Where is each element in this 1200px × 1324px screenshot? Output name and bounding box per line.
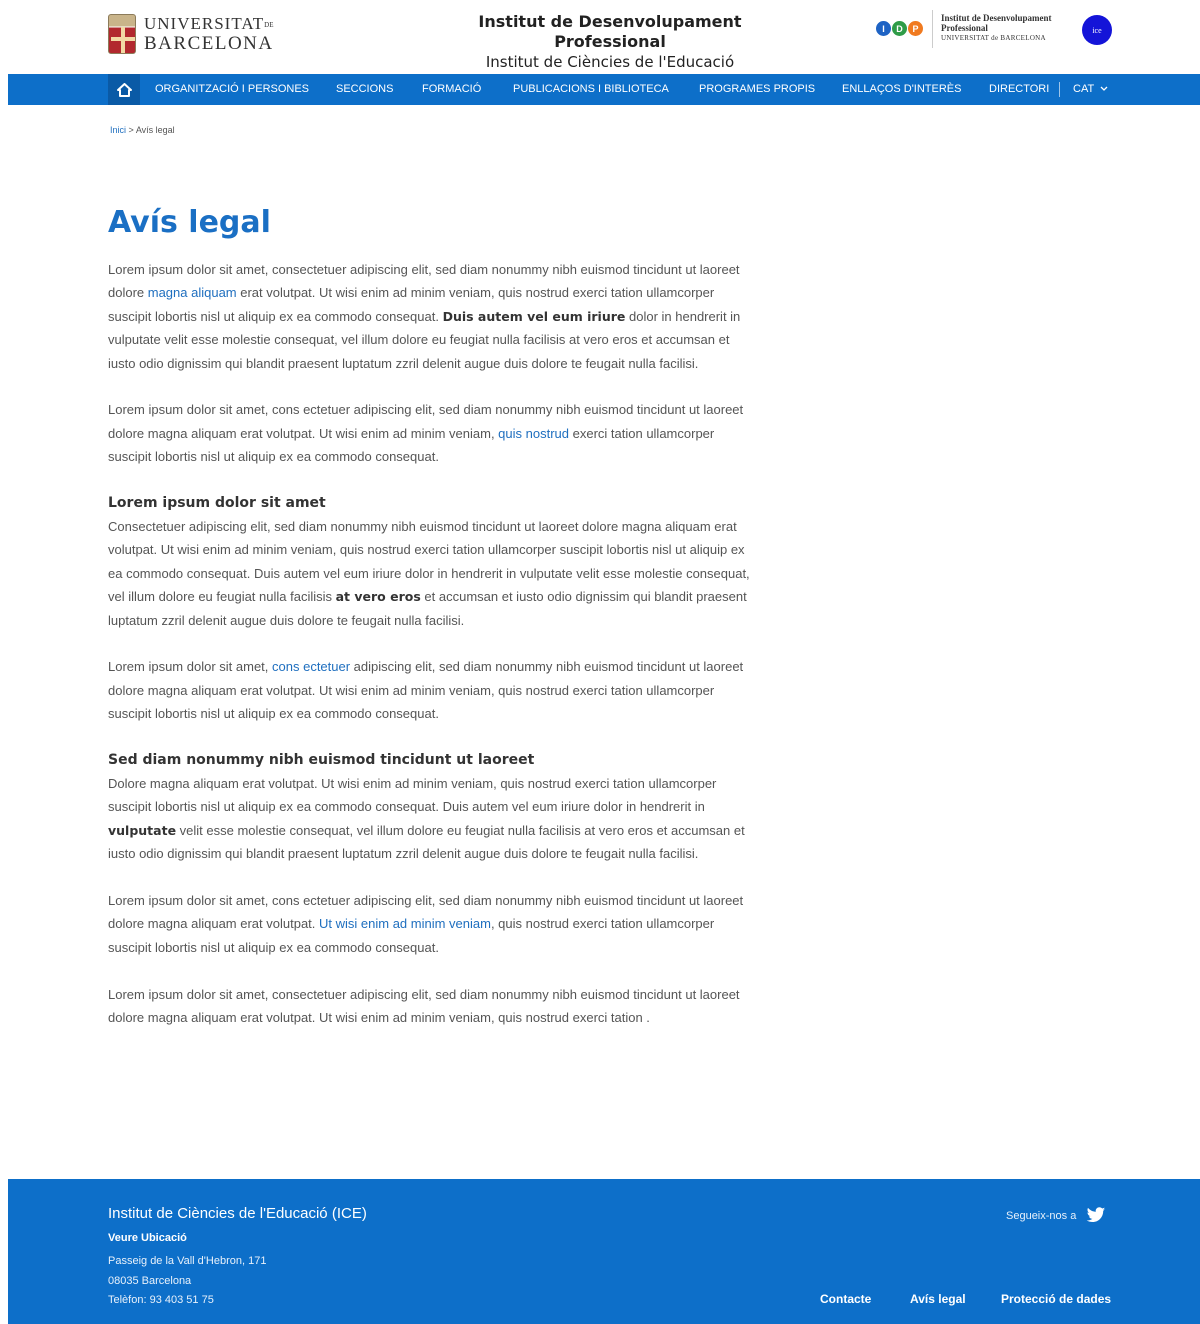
twitter-icon[interactable] [1086,1207,1106,1224]
main-nav: ORGANITZACIÓ I PERSONES SECCIONS FORMACI… [8,74,1200,105]
nav-item-publicacions[interactable]: PUBLICACIONS I BIBLIOTECA [513,74,669,105]
paragraph-6: Lorem ipsum dolor sit amet, cons ectetue… [108,889,760,959]
nav-home-button[interactable] [108,74,140,105]
inline-link[interactable]: magna aliquam [148,285,237,300]
section-heading-2: Sed diam nonummy nibh euismod tincidunt … [108,752,535,769]
footer-address-city: 08035 Barcelona [108,1274,192,1287]
main-content: Lorem ipsum dolor sit amet, consectetuer… [108,258,760,1053]
idp-letter-p: P [908,21,923,36]
idp-divider [932,10,933,48]
inline-link[interactable]: quis nostrud [498,426,569,441]
bold-text: at vero eros [335,589,421,605]
idp-text-line1: Institut de Desenvolupament [941,13,1052,23]
ub-logo-line1: UNIVERSITAT [144,14,265,34]
footer-org-name: Institut de Ciències de l'Educació (ICE) [108,1205,367,1222]
idp-logo-icon[interactable]: I D P [876,21,923,36]
idp-letter-i: I [876,21,891,36]
ub-crest-icon [108,14,136,54]
text: Dolore magna aliquam erat volutpat. Ut w… [108,776,717,815]
nav-item-seccions[interactable]: SECCIONS [336,74,393,105]
idp-text-line3: UNIVERSITAT de BARCELONA [941,34,1046,42]
text: Lorem ipsum dolor sit amet, [108,659,273,675]
nav-item-organitzacio[interactable]: ORGANITZACIÓ I PERSONES [155,74,309,105]
footer-address: Passeig de la Vall d'Hebron, 171 08035 B… [108,1252,266,1311]
footer-phone: Telèfon: 93 403 51 75 [108,1294,214,1306]
nav-item-enllacos[interactable]: ENLLAÇOS D'INTERÈS [842,74,961,105]
text: velit esse molestie consequat, vel illum… [108,822,745,862]
footer-link-contacte[interactable]: Contacte [820,1292,871,1306]
footer-location-link[interactable]: Veure Ubicació [108,1232,187,1244]
idp-letter-d: D [892,21,907,36]
nav-item-formacio[interactable]: FORMACIÓ [422,74,481,105]
site-footer: Institut de Ciències de l'Educació (ICE)… [8,1179,1200,1324]
ub-logo[interactable]: UNIVERSITATDE BARCELONA [108,12,278,56]
nav-item-programes[interactable]: PROGRAMES PROPIS [699,74,815,105]
nav-item-directori[interactable]: DIRECTORI [989,74,1049,105]
idp-text-line2: Professional [941,23,988,33]
footer-address-street: Passeig de la Vall d'Hebron, 171 [108,1255,267,1267]
inline-link[interactable]: Ut wisi enim ad minim veniam [319,916,491,931]
section-heading-1: Lorem ipsum dolor sit amet [108,495,326,512]
language-label: CAT [1073,83,1094,95]
paragraph-2: Lorem ipsum dolor sit amet, cons ectetue… [108,398,760,468]
site-header: UNIVERSITATDE BARCELONA Institut de Dese… [0,0,1200,73]
paragraph-5: Dolore magna aliquam erat volutpat. Ut w… [108,772,760,866]
site-title: Institut de Desenvolupament Professional [478,12,742,51]
breadcrumb-home-link[interactable]: Inici [110,125,126,135]
footer-link-proteccio-dades[interactable]: Protecció de dades [1001,1292,1111,1306]
breadcrumb-separator: > [128,125,134,135]
idp-logo-text: Institut de Desenvolupament Professional… [941,13,1076,43]
site-subtitle: Institut de Ciències de l'Educació [485,53,735,71]
site-title-block: Institut de Desenvolupament Professional… [420,12,800,72]
paragraph-1: Lorem ipsum dolor sit amet, consectetuer… [108,258,760,375]
ice-logo[interactable]: ice [1082,15,1112,45]
chevron-down-icon [1100,86,1108,92]
bold-text: Duis autem vel eum iriure [442,308,626,324]
paragraph-3: Consectetuer adipiscing elit, sed diam n… [108,515,760,632]
language-selector[interactable]: CAT [1073,74,1108,105]
ub-logo-line2: BARCELONA [144,32,274,54]
breadcrumb: Inici > Avís legal [110,125,175,135]
ub-logo-text: UNIVERSITATDE BARCELONA [144,14,274,54]
paragraph-7: Lorem ipsum dolor sit amet, consectetuer… [108,986,740,1026]
footer-link-avis-legal[interactable]: Avís legal [910,1292,966,1306]
follow-label: Segueix-nos a [1006,1209,1077,1222]
inline-link[interactable]: cons ectetuer [272,659,350,674]
paragraph-4: Lorem ipsum dolor sit amet, cons ectetue… [108,655,760,725]
home-icon [116,82,132,97]
footer-follow[interactable]: Segueix-nos a [1006,1207,1106,1224]
bold-text: vulputate [108,822,177,838]
nav-divider [1059,82,1060,97]
ub-logo-de: DE [264,21,274,30]
breadcrumb-current: Avís legal [135,125,175,135]
page-title: Avís legal [108,205,271,240]
